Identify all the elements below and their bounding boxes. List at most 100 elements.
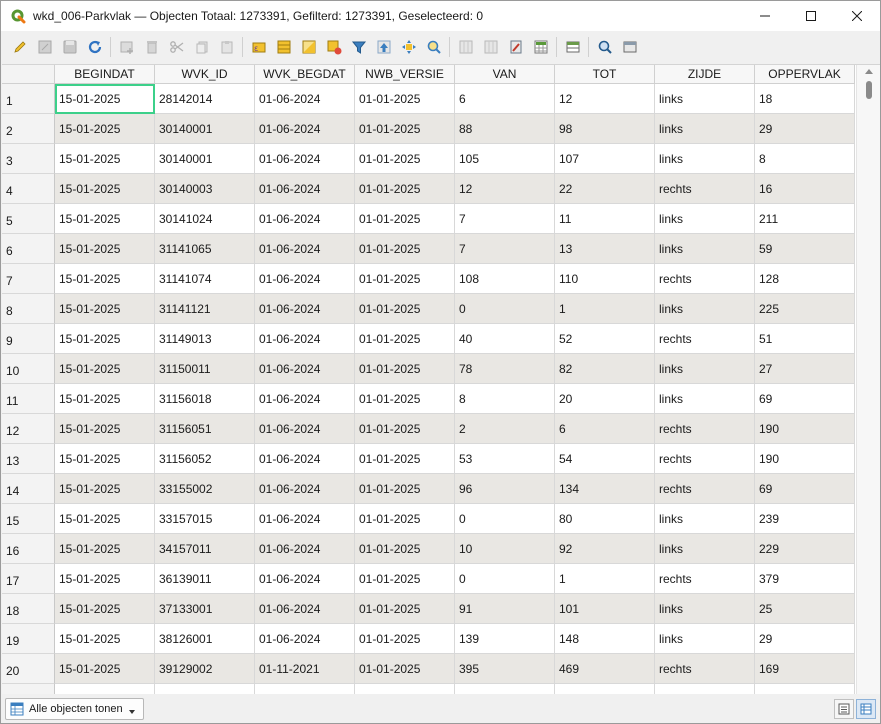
cell-begindat[interactable]: 15-01-2025: [55, 234, 155, 264]
cell-wvk-id[interactable]: 37133001: [155, 594, 255, 624]
cell-van[interactable]: 139: [455, 624, 555, 654]
cell-wvk-begdat[interactable]: 01-06-2024: [255, 114, 355, 144]
cell-tot[interactable]: 98: [555, 114, 655, 144]
table-row[interactable]: 11 15-01-2025 31156018 01-06-2024 01-01-2025…: [2, 384, 855, 414]
column-header-tot[interactable]: TOT: [555, 65, 655, 84]
cell-wvk-begdat[interactable]: 01-06-2024: [255, 444, 355, 474]
cell-begindat[interactable]: 15-01-2025: [55, 534, 155, 564]
cell-tot[interactable]: 52: [555, 324, 655, 354]
cell-tot[interactable]: 54: [555, 444, 655, 474]
cell-wvk-id[interactable]: 31156018: [155, 384, 255, 414]
cell-begindat[interactable]: 15-01-2025: [55, 414, 155, 444]
actions-button[interactable]: [617, 35, 642, 60]
cell-begindat[interactable]: 15-01-2025: [55, 624, 155, 654]
table-view-button[interactable]: [856, 699, 876, 719]
row-header[interactable]: 2: [2, 114, 55, 144]
cell-oppervlak[interactable]: 27: [755, 354, 855, 384]
cell-wvk-id[interactable]: [155, 684, 255, 694]
cell-tot[interactable]: 101: [555, 594, 655, 624]
cell-oppervlak[interactable]: 69: [755, 474, 855, 504]
cell-zijde[interactable]: links: [655, 84, 755, 114]
cell-zijde[interactable]: rechts: [655, 654, 755, 684]
reload-button[interactable]: [82, 35, 107, 60]
cell-nwb-versie[interactable]: 01-01-2025: [355, 474, 455, 504]
cell-van[interactable]: 7: [455, 234, 555, 264]
copy-button[interactable]: [189, 35, 214, 60]
row-header[interactable]: 4: [2, 174, 55, 204]
minimize-button[interactable]: [742, 1, 788, 31]
cell-tot[interactable]: 20: [555, 384, 655, 414]
form-view-button[interactable]: [834, 699, 854, 719]
scrollbar-thumb[interactable]: [866, 81, 872, 99]
cell-van[interactable]: 40: [455, 324, 555, 354]
column-header-van[interactable]: VAN: [455, 65, 555, 84]
cell-wvk-begdat[interactable]: 01-06-2024: [255, 504, 355, 534]
row-header[interactable]: 5: [2, 204, 55, 234]
cell-tot[interactable]: 1: [555, 564, 655, 594]
cell-wvk-id[interactable]: 31150011: [155, 354, 255, 384]
row-header[interactable]: 6: [2, 234, 55, 264]
cell-van[interactable]: 10: [455, 534, 555, 564]
cell-wvk-id[interactable]: 31141121: [155, 294, 255, 324]
row-header[interactable]: 7: [2, 264, 55, 294]
row-header[interactable]: 13: [2, 444, 55, 474]
cell-wvk-begdat[interactable]: 01-06-2024: [255, 384, 355, 414]
cell-wvk-begdat[interactable]: 01-06-2024: [255, 354, 355, 384]
conditional-formatting-button[interactable]: [528, 35, 553, 60]
cell-nwb-versie[interactable]: 01-01-2025: [355, 654, 455, 684]
cell-tot[interactable]: 6: [555, 414, 655, 444]
column-header-oppervlak[interactable]: OPPERVLAK: [755, 65, 855, 84]
cell-oppervlak[interactable]: 239: [755, 504, 855, 534]
cell-oppervlak[interactable]: 229: [755, 534, 855, 564]
cell-zijde[interactable]: links: [655, 624, 755, 654]
cell-wvk-id[interactable]: 30140001: [155, 144, 255, 174]
cell-wvk-id[interactable]: 30140003: [155, 174, 255, 204]
table-row[interactable]: 5 15-01-2025 30141024 01-06-2024 01-01-2025 7…: [2, 204, 855, 234]
cell-oppervlak[interactable]: 29: [755, 624, 855, 654]
cell-wvk-id[interactable]: 31141074: [155, 264, 255, 294]
cell-van[interactable]: 395: [455, 654, 555, 684]
cell-nwb-versie[interactable]: 01-01-2025: [355, 564, 455, 594]
column-header-zijde[interactable]: ZIJDE: [655, 65, 755, 84]
cell-van[interactable]: 91: [455, 594, 555, 624]
table-row[interactable]: 17 15-01-2025 36139011 01-06-2024 01-01-2025…: [2, 564, 855, 594]
column-header-begindat[interactable]: BEGINDAT: [55, 65, 155, 84]
cell-wvk-begdat[interactable]: 01-06-2024: [255, 174, 355, 204]
cell-zijde[interactable]: rechts: [655, 444, 755, 474]
dock-table-button[interactable]: [560, 35, 585, 60]
close-button[interactable]: [834, 1, 880, 31]
toggle-editing-button[interactable]: [7, 35, 32, 60]
row-header[interactable]: 10: [2, 354, 55, 384]
cell-wvk-begdat[interactable]: 01-11-2021: [255, 654, 355, 684]
cell-begindat[interactable]: 15-01-2025: [55, 264, 155, 294]
cell-zijde[interactable]: [655, 684, 755, 694]
cell-zijde[interactable]: rechts: [655, 174, 755, 204]
cell-nwb-versie[interactable]: 01-01-2025: [355, 354, 455, 384]
cell-oppervlak[interactable]: 25: [755, 594, 855, 624]
table-row[interactable]: 15 15-01-2025 33157015 01-06-2024 01-01-2025…: [2, 504, 855, 534]
cell-begindat[interactable]: 15-01-2025: [55, 324, 155, 354]
cell-oppervlak[interactable]: 8: [755, 144, 855, 174]
cell-tot[interactable]: [555, 684, 655, 694]
cell-oppervlak[interactable]: 29: [755, 114, 855, 144]
scroll-up-arrow-icon[interactable]: [865, 69, 873, 74]
cell-zijde[interactable]: rechts: [655, 474, 755, 504]
cell-van[interactable]: 78: [455, 354, 555, 384]
column-header-wvk-begdat[interactable]: WVK_BEGDAT: [255, 65, 355, 84]
cell-nwb-versie[interactable]: 01-01-2025: [355, 144, 455, 174]
select-by-expression-button[interactable]: ε: [246, 35, 271, 60]
table-row[interactable]: 16 15-01-2025 34157011 01-06-2024 01-01-2025…: [2, 534, 855, 564]
row-header[interactable]: 20: [2, 654, 55, 684]
cell-wvk-id[interactable]: 33157015: [155, 504, 255, 534]
cell-wvk-id[interactable]: 39129002: [155, 654, 255, 684]
cell-begindat[interactable]: 15-01-2025: [55, 654, 155, 684]
cell-wvk-id[interactable]: 34157011: [155, 534, 255, 564]
cell-nwb-versie[interactable]: 01-01-2025: [355, 414, 455, 444]
table-row[interactable]: 3 15-01-2025 30140001 01-06-2024 01-01-2025 1…: [2, 144, 855, 174]
table-row[interactable]: 1 15-01-2025 28142014 01-06-2024 01-01-2025 6…: [2, 84, 855, 114]
cell-tot[interactable]: 13: [555, 234, 655, 264]
table-row[interactable]: 8 15-01-2025 31141121 01-06-2024 01-01-2025 0…: [2, 294, 855, 324]
cell-wvk-begdat[interactable]: 01-06-2024: [255, 264, 355, 294]
cell-zijde[interactable]: links: [655, 354, 755, 384]
cut-button[interactable]: [164, 35, 189, 60]
